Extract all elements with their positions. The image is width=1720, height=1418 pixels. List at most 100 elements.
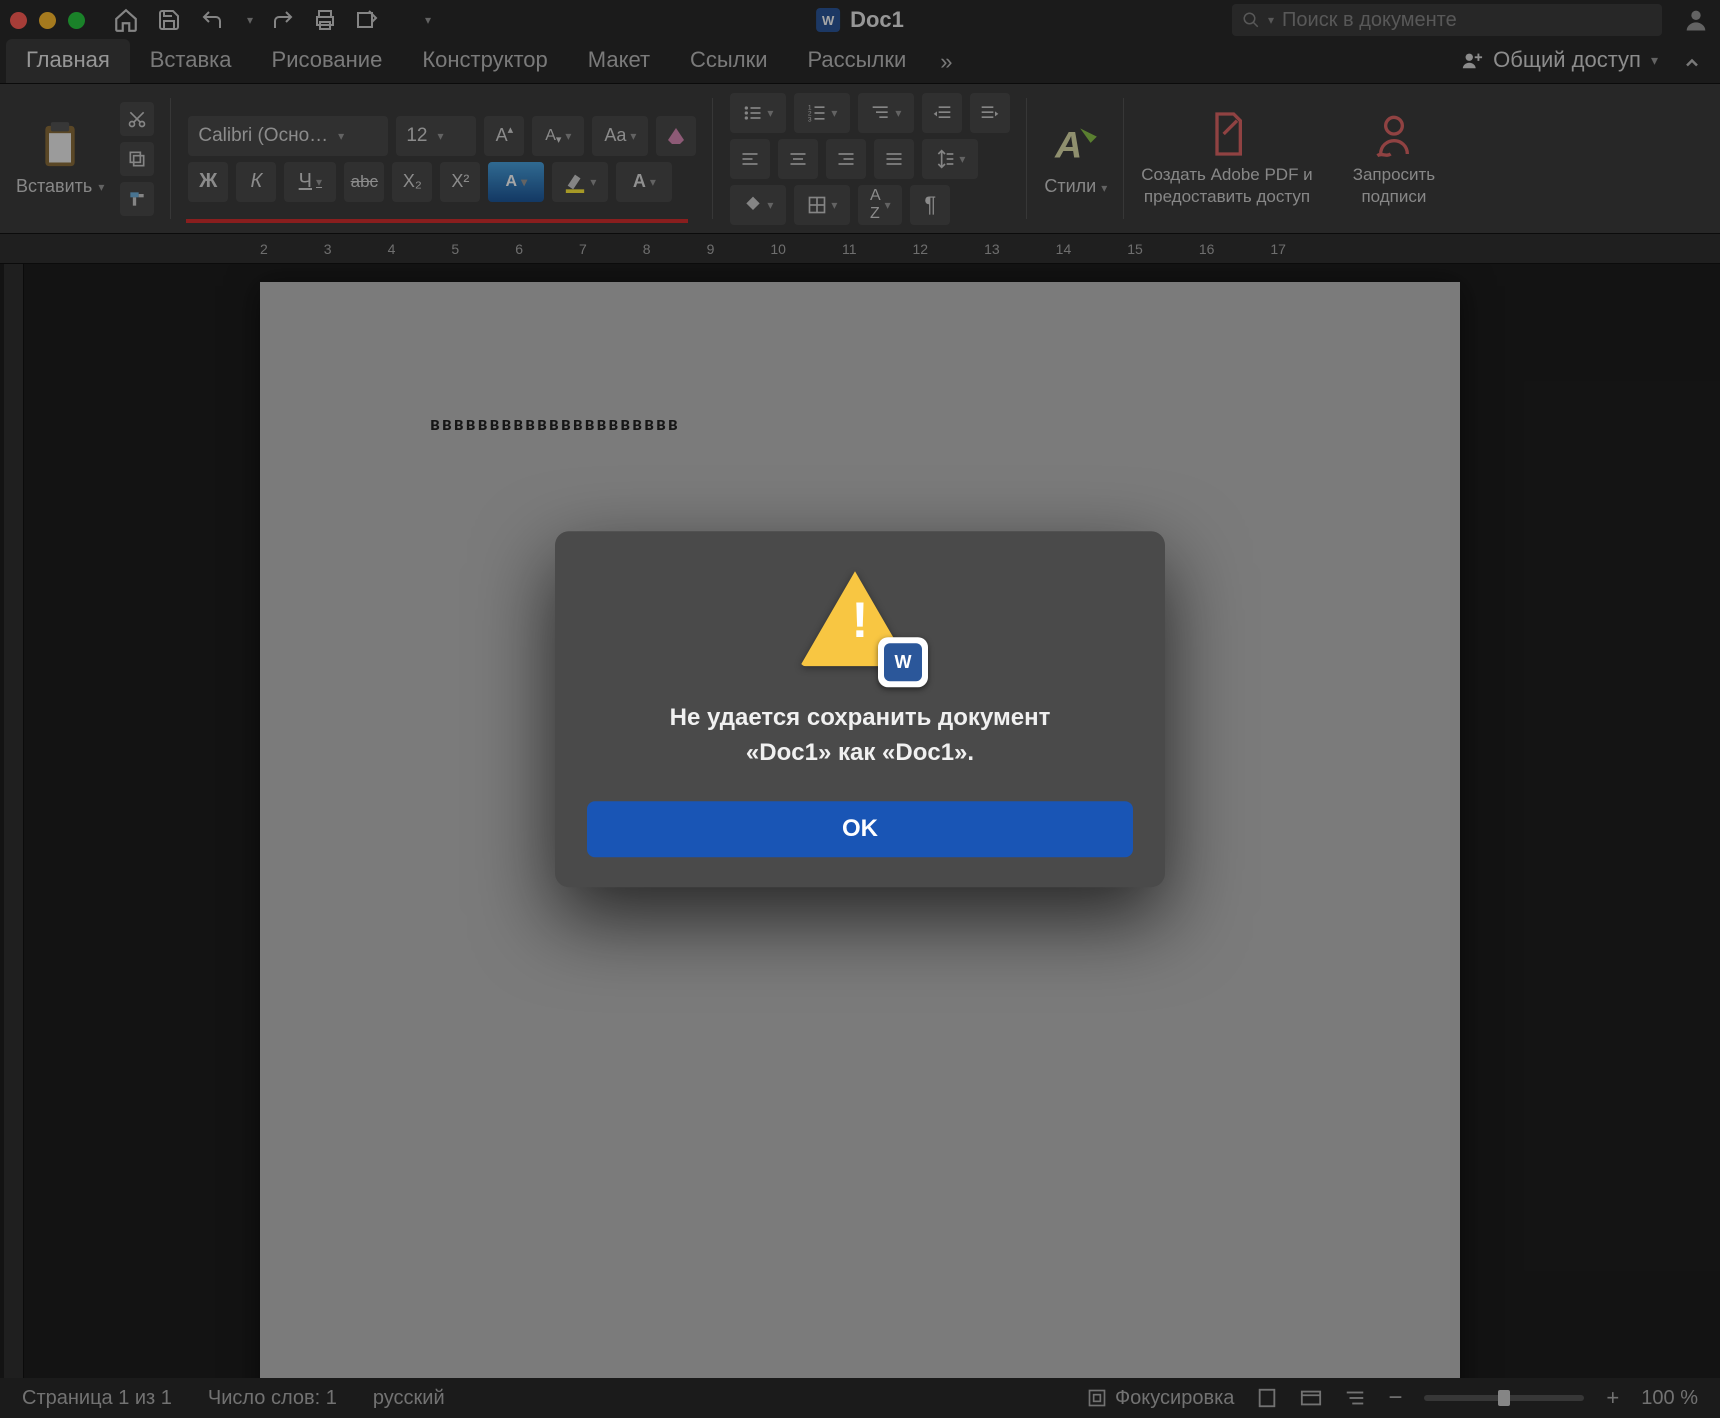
zoom-out-button[interactable]: − xyxy=(1388,1384,1402,1412)
align-right-icon[interactable] xyxy=(826,139,866,179)
status-page[interactable]: Страница 1 из 1 xyxy=(22,1387,172,1410)
multilevel-list-icon[interactable] xyxy=(858,93,914,133)
tab-layout[interactable]: Макет xyxy=(568,39,670,83)
tab-design[interactable]: Конструктор xyxy=(402,39,567,83)
view-outline-icon[interactable] xyxy=(1344,1387,1366,1409)
align-left-icon[interactable] xyxy=(730,139,770,179)
tab-insert[interactable]: Вставка xyxy=(130,39,252,83)
paragraph-group: 123 AZ ¶ xyxy=(720,90,1020,227)
signature-icon xyxy=(1374,110,1414,158)
superscript-button[interactable]: X² xyxy=(440,162,480,202)
bullets-icon[interactable] xyxy=(730,93,786,133)
print-icon[interactable] xyxy=(313,8,337,32)
strikethrough-button[interactable]: abc xyxy=(344,162,384,202)
document-body-text[interactable]: ввввввввввввввввввввв xyxy=(260,282,1460,566)
quick-edit-icon[interactable] xyxy=(355,8,379,32)
align-center-icon[interactable] xyxy=(778,139,818,179)
tab-references[interactable]: Ссылки xyxy=(670,39,787,83)
search-input[interactable]: ▾ Поиск в документе xyxy=(1232,4,1662,36)
shading-icon[interactable] xyxy=(730,185,786,225)
ruler-mark: 11 xyxy=(842,241,857,257)
svg-text:A: A xyxy=(1054,124,1082,166)
font-family-dropdown[interactable]: Calibri (Осно…▾ xyxy=(188,116,388,156)
subscript-button[interactable]: X₂ xyxy=(392,162,432,202)
document-title: W Doc1 xyxy=(816,7,904,33)
window-controls xyxy=(10,12,85,29)
user-account-icon[interactable] xyxy=(1682,6,1710,34)
tab-draw[interactable]: Рисование xyxy=(252,39,403,83)
ok-button[interactable]: OK xyxy=(587,801,1133,857)
minimize-window-button[interactable] xyxy=(39,12,56,29)
status-language[interactable]: русский xyxy=(373,1387,445,1410)
tabs-overflow[interactable]: » xyxy=(926,41,966,83)
fullscreen-window-button[interactable] xyxy=(68,12,85,29)
qat-customize-icon[interactable] xyxy=(407,13,431,27)
zoom-in-button[interactable]: + xyxy=(1606,1385,1619,1411)
ruler-mark: 5 xyxy=(451,241,459,257)
ruler-mark: 17 xyxy=(1270,241,1286,257)
zoom-slider[interactable] xyxy=(1424,1395,1584,1401)
request-signatures-button[interactable]: Запроситьподписи xyxy=(1353,110,1435,207)
line-spacing-icon[interactable] xyxy=(922,139,978,179)
ruler-mark: 7 xyxy=(579,241,587,257)
focus-mode-button[interactable]: Фокусировка xyxy=(1087,1387,1234,1410)
view-web-layout-icon[interactable] xyxy=(1300,1387,1322,1409)
zoom-level[interactable]: 100 % xyxy=(1641,1387,1698,1410)
redo-icon[interactable] xyxy=(271,8,295,32)
justify-icon[interactable] xyxy=(874,139,914,179)
ruler-mark: 4 xyxy=(388,241,396,257)
svg-text:3: 3 xyxy=(808,116,812,123)
change-case-icon[interactable]: Aa xyxy=(592,116,648,156)
borders-icon[interactable] xyxy=(794,185,850,225)
show-marks-icon[interactable]: ¶ xyxy=(910,185,950,225)
vertical-ruler[interactable] xyxy=(4,264,24,1378)
clipboard-icon xyxy=(38,120,82,172)
error-dialog: ! W Не удается сохранить документ «Doc1»… xyxy=(555,531,1165,887)
document-name-label: Doc1 xyxy=(850,7,904,33)
copy-icon[interactable] xyxy=(120,142,154,176)
home-icon[interactable] xyxy=(113,7,139,33)
increase-indent-icon[interactable] xyxy=(970,93,1010,133)
cut-icon[interactable] xyxy=(120,102,154,136)
pdf-icon xyxy=(1207,110,1247,158)
ruler-mark: 12 xyxy=(913,241,929,257)
shrink-font-icon[interactable]: A▾ xyxy=(532,116,584,156)
grow-font-icon[interactable]: A▴ xyxy=(484,116,524,156)
font-size-dropdown[interactable]: 12▾ xyxy=(396,116,476,156)
underline-button[interactable]: Ч xyxy=(284,162,336,202)
status-word-count[interactable]: Число слов: 1 xyxy=(208,1387,337,1410)
quick-access-toolbar xyxy=(113,7,431,33)
ruler-mark: 10 xyxy=(770,241,786,257)
clear-formatting-icon[interactable] xyxy=(656,116,696,156)
collapse-ribbon-icon[interactable] xyxy=(1670,45,1714,83)
close-window-button[interactable] xyxy=(10,12,27,29)
view-print-layout-icon[interactable] xyxy=(1256,1387,1278,1409)
create-adobe-pdf-button[interactable]: Создать Adobe PDF ипредоставить доступ xyxy=(1141,110,1312,207)
font-color-icon[interactable]: A xyxy=(616,162,672,202)
save-icon[interactable] xyxy=(157,8,181,32)
italic-button[interactable]: К xyxy=(236,162,276,202)
highlight-color-icon[interactable] xyxy=(552,162,608,202)
numbering-icon[interactable]: 123 xyxy=(794,93,850,133)
tab-home[interactable]: Главная xyxy=(6,39,130,83)
horizontal-ruler[interactable]: 2 3 4 5 6 7 8 9 10 11 12 13 14 15 16 17 xyxy=(0,234,1720,264)
paste-button[interactable]: Вставить▾ xyxy=(16,120,104,197)
undo-icon[interactable] xyxy=(199,8,225,32)
ruler-mark: 2 xyxy=(260,241,268,257)
text-effects-icon[interactable]: A xyxy=(488,162,544,202)
sort-icon[interactable]: AZ xyxy=(858,185,902,225)
tab-mailings[interactable]: Рассылки xyxy=(787,39,926,83)
ruler-mark: 8 xyxy=(643,241,651,257)
ruler-mark: 9 xyxy=(707,241,715,257)
font-group: Calibri (Осно…▾ 12▾ A▴ A▾ Aa Ж К Ч abc X… xyxy=(178,90,706,227)
format-painter-icon[interactable] xyxy=(120,182,154,216)
bold-button[interactable]: Ж xyxy=(188,162,228,202)
ribbon: Вставить▾ Calibri (Осно…▾ 12▾ xyxy=(0,84,1720,234)
word-badge-icon: W xyxy=(878,637,928,687)
styles-button[interactable]: A Стили ▾ xyxy=(1044,120,1107,197)
undo-dropdown-icon[interactable] xyxy=(243,13,253,27)
share-button[interactable]: Общий доступ ▾ xyxy=(1449,41,1670,83)
decrease-indent-icon[interactable] xyxy=(922,93,962,133)
dialog-message: Не удается сохранить документ «Doc1» как… xyxy=(670,701,1051,771)
title-bar: W Doc1 ▾ Поиск в документе xyxy=(0,0,1720,40)
